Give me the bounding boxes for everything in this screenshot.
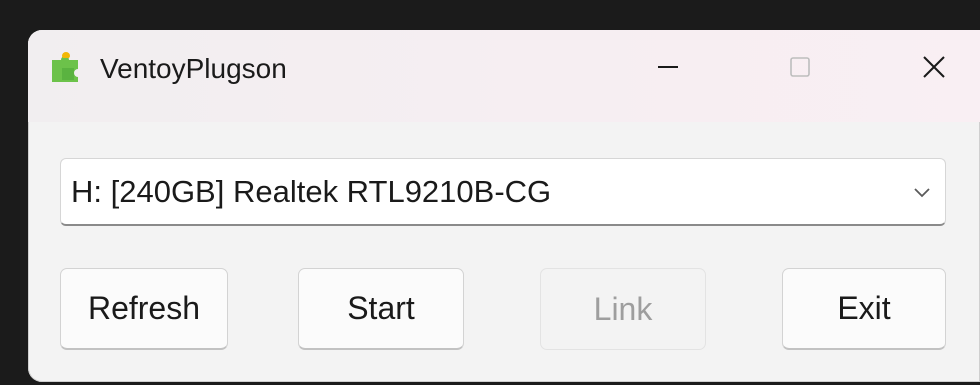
maximize-button[interactable]	[764, 44, 836, 94]
start-button[interactable]: Start	[298, 268, 464, 350]
title-bar[interactable]: VentoyPlugson	[28, 30, 980, 122]
puzzle-piece-icon	[48, 50, 84, 86]
link-button[interactable]: Link	[540, 268, 706, 350]
minimize-icon	[656, 55, 680, 84]
exit-button[interactable]: Exit	[782, 268, 946, 350]
close-icon	[921, 54, 947, 85]
app-window: VentoyPlugson H: [240GB] Realtek RTL9210…	[28, 30, 980, 382]
device-select-dropdown[interactable]: H: [240GB] Realtek RTL9210B-CG	[60, 158, 946, 226]
maximize-icon	[789, 56, 811, 83]
minimize-button[interactable]	[632, 44, 704, 94]
window-title: VentoyPlugson	[100, 53, 287, 84]
chevron-down-icon	[911, 181, 933, 203]
device-select-value: H: [240GB] Realtek RTL9210B-CG	[71, 174, 552, 209]
refresh-button[interactable]: Refresh	[60, 268, 228, 350]
close-button[interactable]	[898, 44, 970, 94]
